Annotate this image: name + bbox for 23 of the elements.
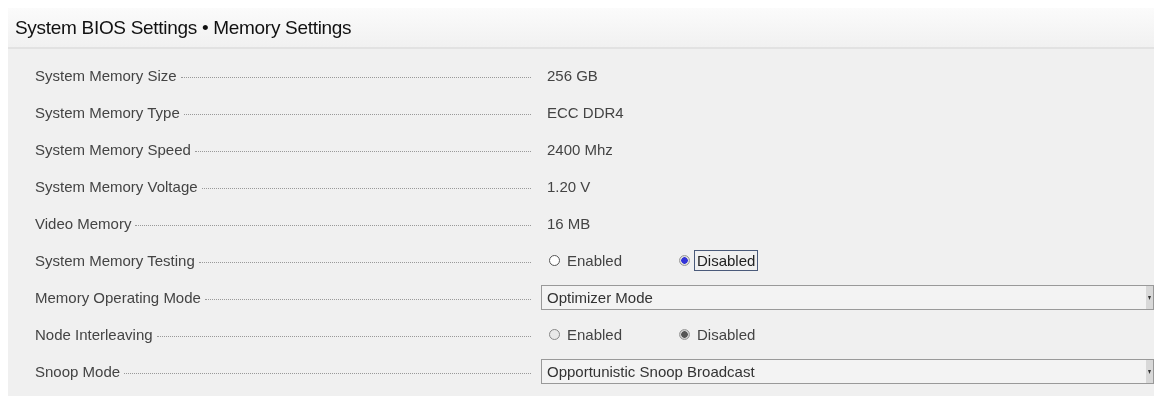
caret-icon <box>1148 369 1151 374</box>
setting-label: System Memory Type <box>34 104 180 121</box>
dropdown-field[interactable]: Opportunistic Snoop Broadcast <box>541 359 1154 384</box>
radio-label[interactable]: Enabled <box>564 250 626 271</box>
setting-label: System Memory Speed <box>34 141 191 158</box>
setting-label: Video Memory <box>34 215 132 232</box>
setting-label: Snoop Mode <box>34 363 121 380</box>
setting-value: 16 MB <box>546 215 591 232</box>
caret-icon <box>1148 295 1151 300</box>
setting-value: 2400 Mhz <box>546 141 613 158</box>
setting-value: 256 GB <box>546 67 598 84</box>
dropdown-field[interactable]: Optimizer Mode <box>541 285 1154 310</box>
radio-label[interactable]: Disabled <box>694 250 759 271</box>
radio-button[interactable] <box>549 255 560 266</box>
setting-label: System Memory Size <box>34 67 177 84</box>
page-title: System BIOS Settings • Memory Settings <box>14 17 352 39</box>
radio-button[interactable] <box>679 255 690 266</box>
setting-value: ECC DDR4 <box>546 104 624 121</box>
setting-label: Node Interleaving <box>34 326 153 343</box>
setting-label: System Memory Testing <box>34 252 195 269</box>
setting-value: 1.20 V <box>546 178 591 195</box>
setting-label: Memory Operating Mode <box>34 289 201 306</box>
setting-label: System Memory Voltage <box>34 178 198 195</box>
